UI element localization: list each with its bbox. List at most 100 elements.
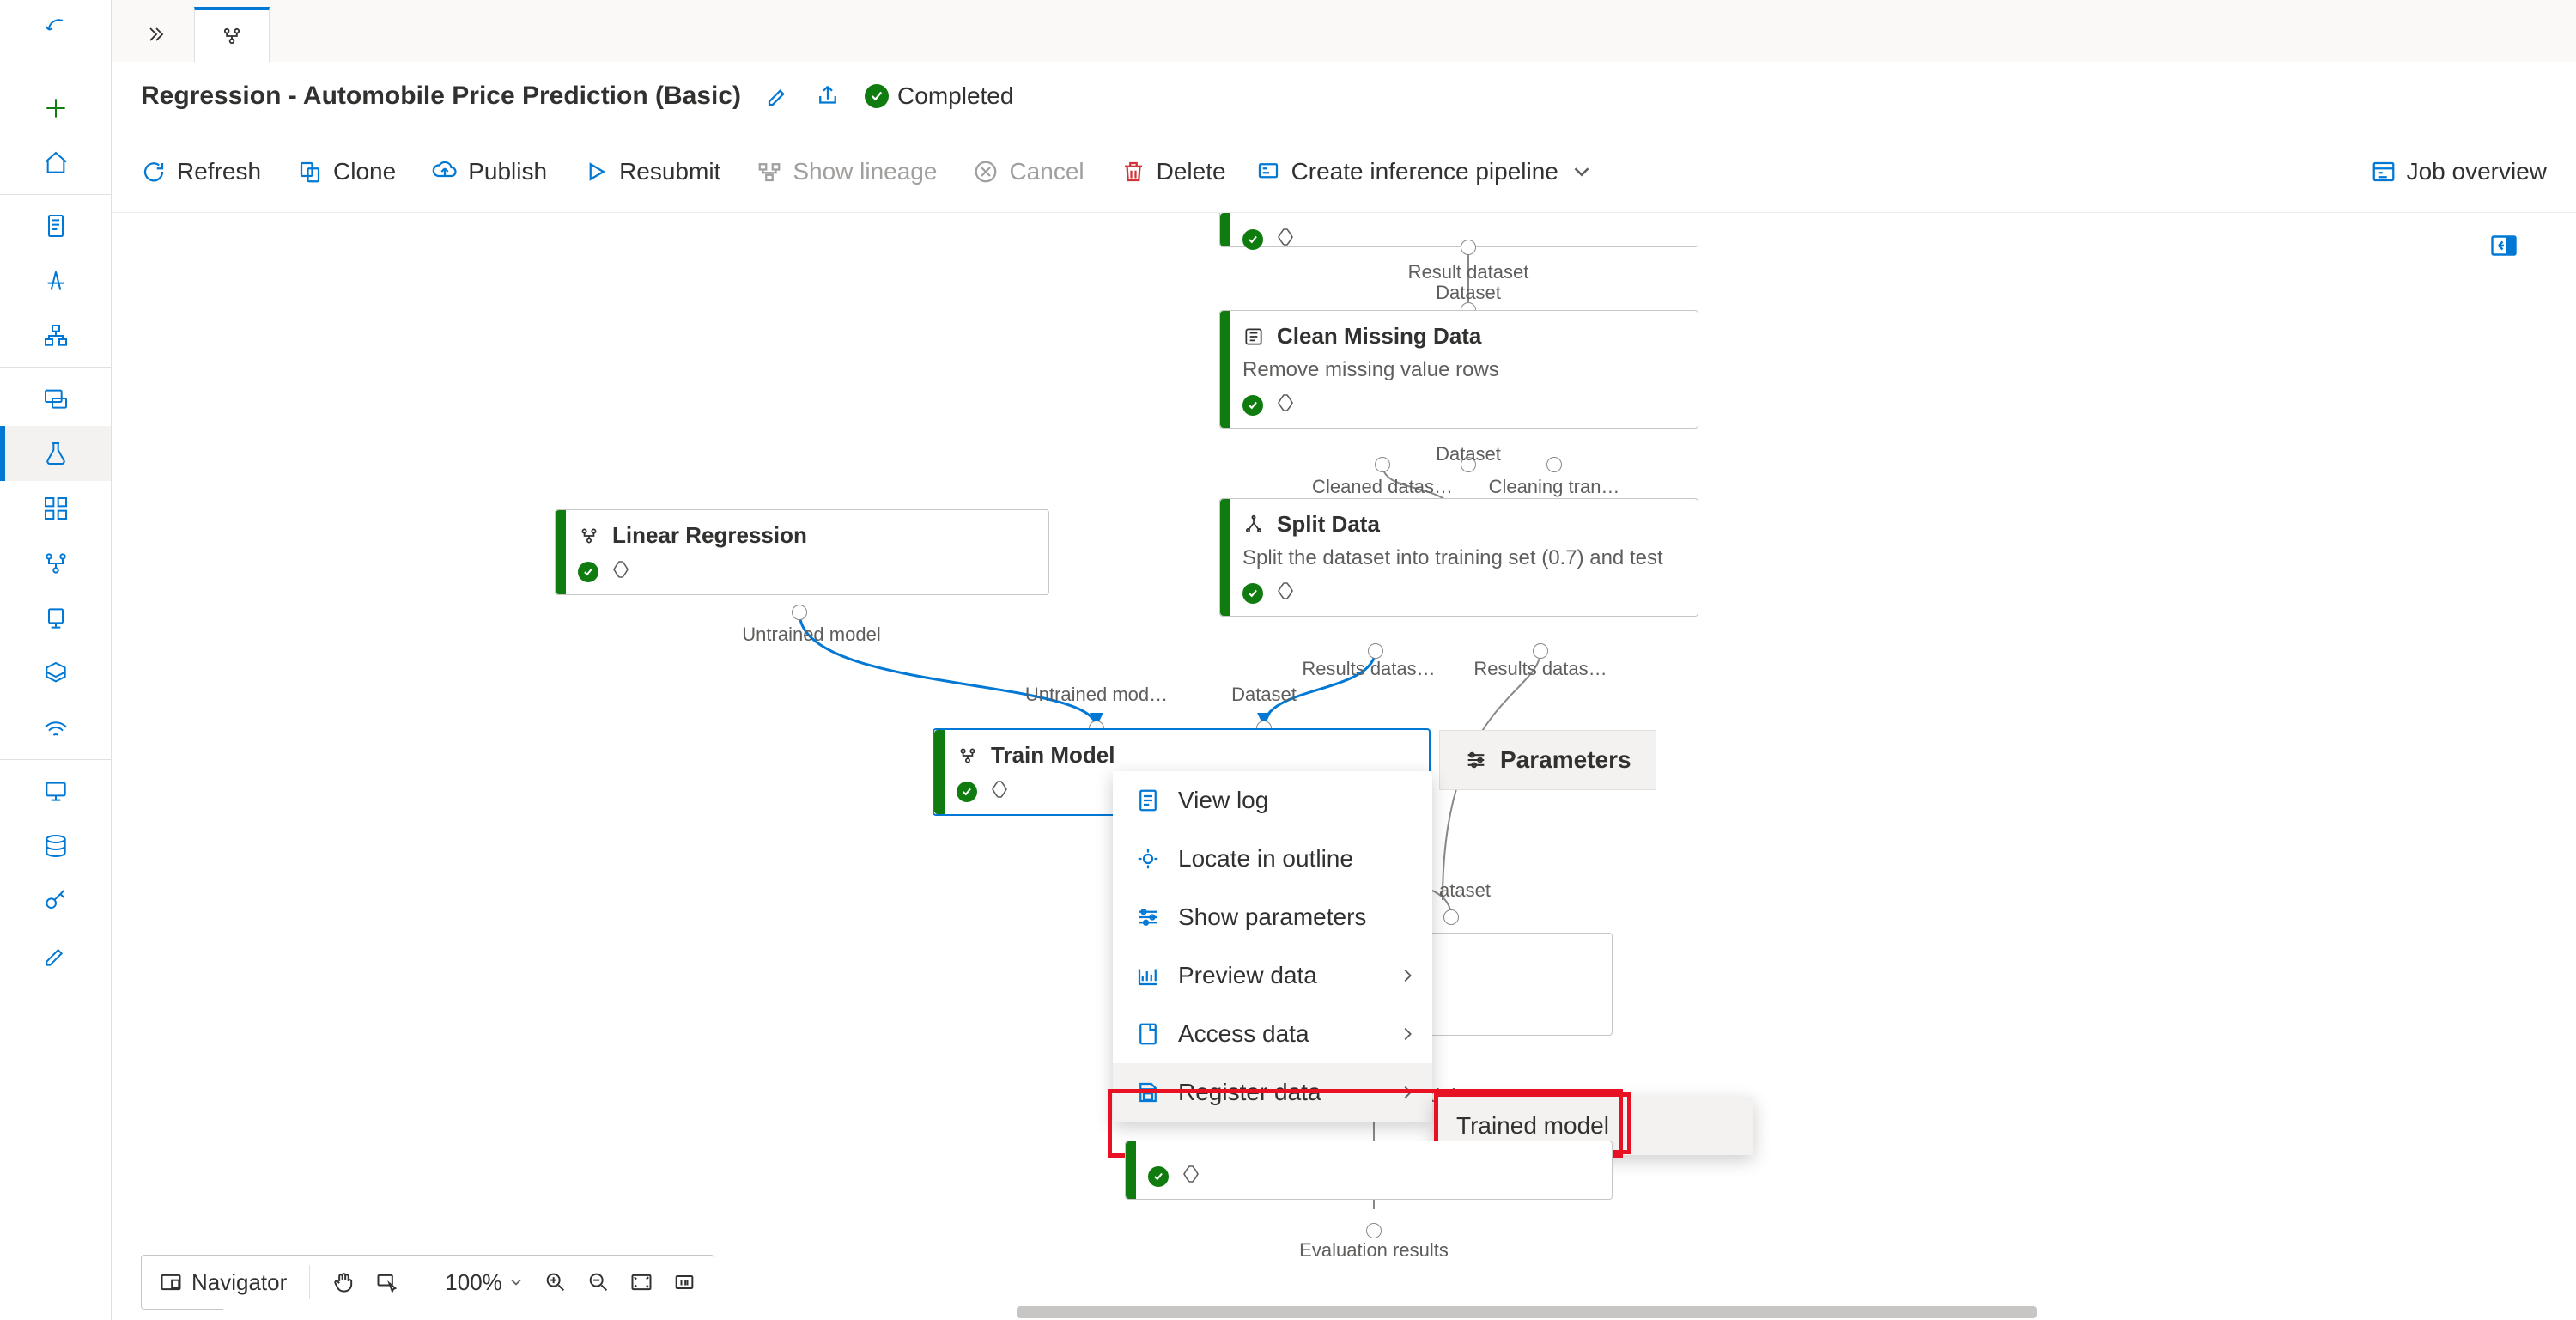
- chevron-right-icon: [1398, 1025, 1417, 1043]
- home-button[interactable]: [0, 136, 111, 191]
- parameters-flyout[interactable]: Parameters: [1439, 730, 1656, 790]
- resubmit-button[interactable]: Resubmit: [583, 158, 720, 186]
- show-lineage-button: Show lineage: [756, 158, 937, 186]
- node-partial-top[interactable]: [1219, 213, 1698, 247]
- parameters-label: Parameters: [1500, 746, 1631, 774]
- reuse-icon: [1275, 392, 1296, 417]
- pipeline-title: Regression - Automobile Price Prediction…: [141, 82, 741, 111]
- port-label: ataset: [1439, 879, 1491, 902]
- node-title: Clean Missing Data: [1277, 323, 1481, 350]
- datastores-icon[interactable]: [0, 818, 111, 873]
- notebook-icon[interactable]: [0, 198, 111, 253]
- pipelines-icon[interactable]: [0, 536, 111, 591]
- status-text: Completed: [897, 82, 1013, 110]
- models-icon[interactable]: [0, 646, 111, 701]
- ctx-locate-outline[interactable]: Locate in outline: [1113, 830, 1432, 888]
- port-label: Untrained mod…: [1025, 684, 1168, 706]
- toolbar: Refresh Clone Publish Resubmit Show line…: [112, 131, 2576, 213]
- ctx-access-data[interactable]: Access data: [1113, 1005, 1432, 1063]
- environment-icon[interactable]: [0, 591, 111, 646]
- components-icon[interactable]: [0, 481, 111, 536]
- publish-button[interactable]: Publish: [432, 158, 547, 186]
- node-split-data[interactable]: Split Data Split the dataset into traini…: [1219, 498, 1698, 617]
- port-label: Untrained model: [742, 624, 880, 646]
- reuse-icon: [1181, 1164, 1201, 1189]
- success-icon: [578, 562, 598, 582]
- zoom-fit[interactable]: [629, 1270, 653, 1294]
- automl-icon[interactable]: [0, 253, 111, 308]
- share-icon[interactable]: [815, 83, 841, 109]
- zoom-in[interactable]: [544, 1270, 568, 1294]
- chevron-right-icon: [1398, 966, 1417, 985]
- success-icon: [1242, 229, 1263, 250]
- success-icon: [1242, 583, 1263, 604]
- context-menu: View log Locate in outline Show paramete…: [1113, 771, 1432, 1122]
- tab-strip: [112, 0, 2576, 62]
- collapse-panel-icon[interactable]: [2488, 230, 2519, 261]
- port[interactable]: [1443, 909, 1459, 925]
- port[interactable]: [1368, 643, 1383, 659]
- left-rail: [0, 0, 112, 1320]
- scroll-thumb[interactable]: [1017, 1306, 2037, 1318]
- port-label: Results datas…: [1302, 658, 1435, 680]
- port[interactable]: [1375, 457, 1390, 472]
- cancel-button: Cancel: [973, 158, 1084, 186]
- clone-button[interactable]: Clone: [297, 158, 396, 186]
- zoom-level[interactable]: 100%: [445, 1269, 525, 1296]
- port-label: Dataset: [1436, 443, 1501, 465]
- port[interactable]: [1533, 643, 1548, 659]
- job-overview-button[interactable]: Job overview: [2371, 158, 2547, 186]
- port-label: Dataset: [1436, 282, 1501, 304]
- endpoints-icon[interactable]: [0, 701, 111, 756]
- edit-icon[interactable]: [0, 928, 111, 983]
- port-label: Cleaned datas…: [1312, 476, 1453, 498]
- node-clean-missing-data[interactable]: Clean Missing Data Remove missing value …: [1219, 310, 1698, 429]
- ctx-register-data[interactable]: Register data: [1113, 1063, 1432, 1122]
- ctx-preview-data[interactable]: Preview data: [1113, 946, 1432, 1005]
- port[interactable]: [1546, 457, 1562, 472]
- title-bar: Regression - Automobile Price Prediction…: [112, 62, 2576, 131]
- compute-icon[interactable]: [0, 763, 111, 818]
- port[interactable]: [792, 605, 807, 620]
- pan-tool[interactable]: [332, 1270, 356, 1294]
- chevron-down-icon: [507, 1274, 525, 1291]
- check-icon: [865, 84, 889, 108]
- port[interactable]: [1461, 240, 1476, 255]
- refresh-button[interactable]: Refresh: [141, 158, 261, 186]
- node-desc: Remove missing value rows: [1242, 358, 1682, 382]
- create-inference-button[interactable]: Create inference pipeline: [1255, 158, 1595, 186]
- node-icon: [1242, 514, 1265, 536]
- node-linear-regression[interactable]: Linear Regression: [555, 509, 1049, 595]
- zoom-actual[interactable]: [672, 1270, 696, 1294]
- success-icon: [1148, 1166, 1169, 1187]
- designer-tab[interactable]: [194, 7, 270, 62]
- edit-title-icon[interactable]: [765, 83, 791, 109]
- ctx-view-log[interactable]: View log: [1113, 771, 1432, 830]
- node-title: Split Data: [1277, 511, 1380, 538]
- node-icon: [957, 745, 979, 767]
- canvas[interactable]: Result dataset Dataset Clean Missing Dat…: [112, 213, 2533, 1320]
- prompt-icon[interactable]: [0, 371, 111, 426]
- success-icon: [957, 782, 977, 802]
- node-icon: [578, 525, 600, 547]
- zoom-out[interactable]: [586, 1270, 611, 1294]
- sliders-icon: [1464, 748, 1488, 772]
- tree-icon[interactable]: [0, 308, 111, 363]
- port-label: Results datas…: [1473, 658, 1607, 680]
- key-icon[interactable]: [0, 873, 111, 928]
- navigator-bar: Navigator 100%: [141, 1255, 714, 1310]
- port[interactable]: [1366, 1223, 1382, 1238]
- node-evaluate-partial[interactable]: [1125, 1141, 1613, 1200]
- horizontal-scrollbar[interactable]: [223, 1305, 2490, 1320]
- add-button[interactable]: [0, 81, 111, 136]
- back-button[interactable]: [0, 0, 111, 55]
- select-tool[interactable]: [375, 1270, 399, 1294]
- reuse-icon: [1275, 581, 1296, 605]
- experiments-icon[interactable]: [0, 426, 111, 481]
- node-icon: [1242, 325, 1265, 348]
- expand-tabs[interactable]: [118, 7, 194, 62]
- delete-button[interactable]: Delete: [1121, 158, 1226, 186]
- navigator-toggle[interactable]: Navigator: [159, 1269, 287, 1296]
- chevron-right-icon: [1398, 1083, 1417, 1102]
- ctx-show-parameters[interactable]: Show parameters: [1113, 888, 1432, 946]
